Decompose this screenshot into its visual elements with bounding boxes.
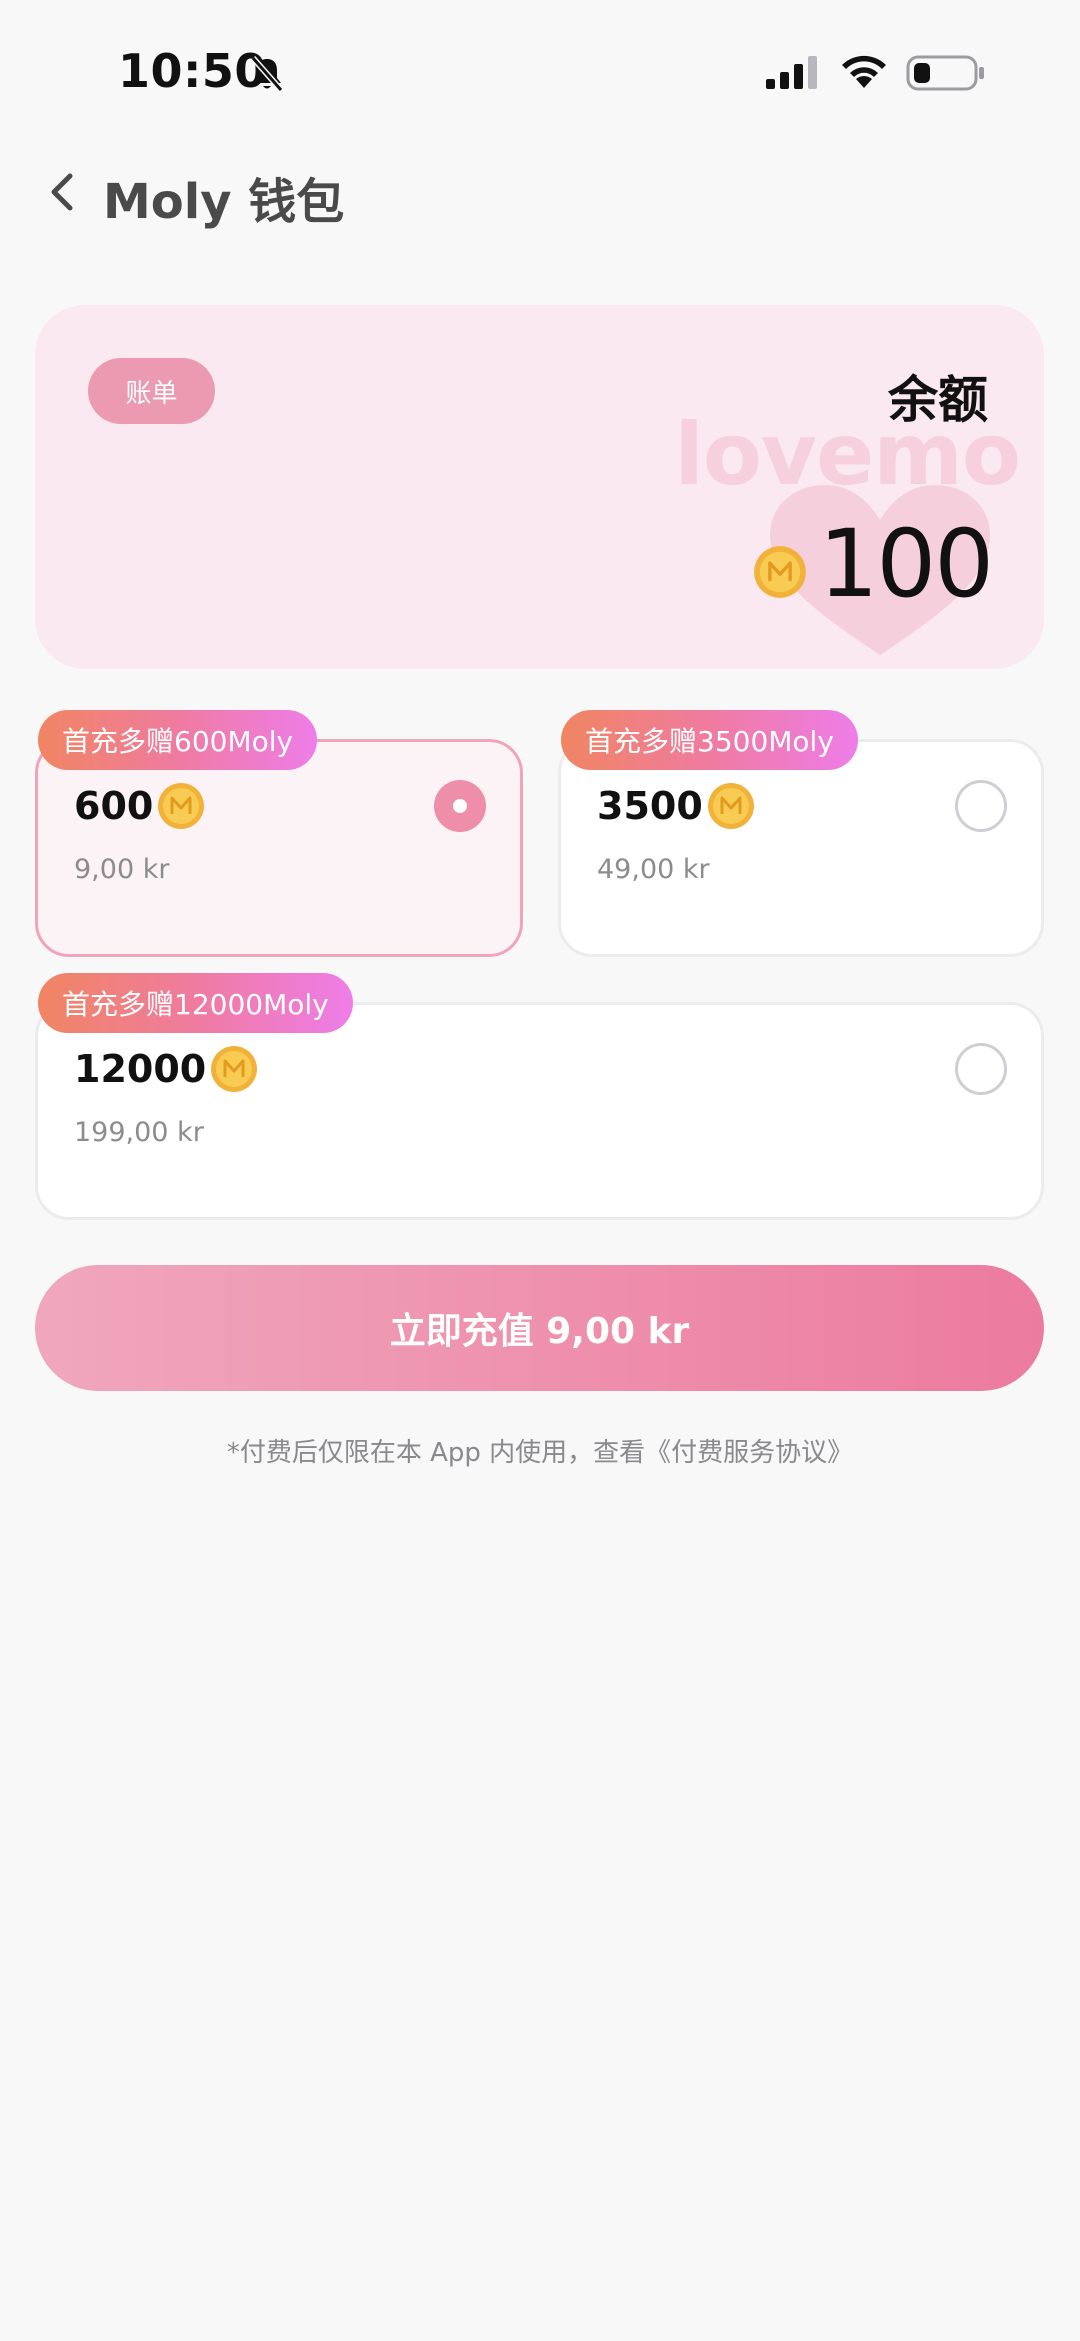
package-radio[interactable] [955, 1043, 1007, 1095]
bill-button[interactable]: 账单 [88, 358, 215, 424]
package-3500[interactable]: 3500 49,00 kr [558, 739, 1044, 957]
package-bonus-tag: 首充多赠600Moly [38, 710, 318, 770]
package-amount-row: 3500 [597, 782, 755, 830]
signal-icon [766, 56, 817, 89]
agreement-text: *付费后仅限在本 App 内使用，查看 [226, 1438, 646, 1468]
package-600[interactable]: 600 9,00 kr [35, 739, 523, 957]
battery-icon [906, 55, 984, 91]
balance-amount: 100 [818, 510, 994, 619]
package-bonus-tag: 首充多赠3500Moly [561, 710, 858, 770]
package-amount-row: 12000 [74, 1045, 258, 1093]
moly-coin-icon [707, 783, 754, 829]
moly-coin-icon [753, 545, 806, 598]
balance-label: 余额 [888, 371, 988, 429]
wifi-icon [842, 55, 886, 88]
package-amount: 600 [74, 784, 154, 828]
package-amount: 12000 [74, 1047, 207, 1091]
balance-value-row: 100 [753, 510, 994, 619]
bell-muted-icon [250, 56, 284, 92]
moly-coin-icon [211, 1046, 258, 1092]
package-radio[interactable] [434, 780, 486, 832]
moly-coin-icon [158, 783, 205, 829]
status-time: 10:50 [118, 44, 267, 98]
status-bar: 10:50 [0, 0, 1080, 150]
package-price: 49,00 kr [597, 854, 710, 885]
payment-agreement-note: *付费后仅限在本 App 内使用，查看《付费服务协议》 [0, 1432, 1080, 1469]
nav-bar: Moly 钱包 [0, 150, 1080, 270]
package-amount: 3500 [597, 784, 703, 828]
chevron-left-icon[interactable] [40, 168, 84, 216]
package-bonus-tag: 首充多赠12000Moly [38, 973, 353, 1033]
package-price: 199,00 kr [74, 1117, 204, 1148]
balance-card: lovemo 账单 余额 100 [35, 305, 1044, 669]
page-title: Moly 钱包 [103, 174, 345, 230]
package-radio[interactable] [955, 780, 1007, 832]
package-price: 9,00 kr [74, 854, 170, 885]
package-12000[interactable]: 12000 199,00 kr [35, 1002, 1044, 1220]
recharge-now-button[interactable]: 立即充值 9,00 kr [35, 1265, 1044, 1391]
package-amount-row: 600 [74, 782, 205, 830]
service-agreement-link[interactable]: 《付费服务协议》 [645, 1438, 853, 1468]
